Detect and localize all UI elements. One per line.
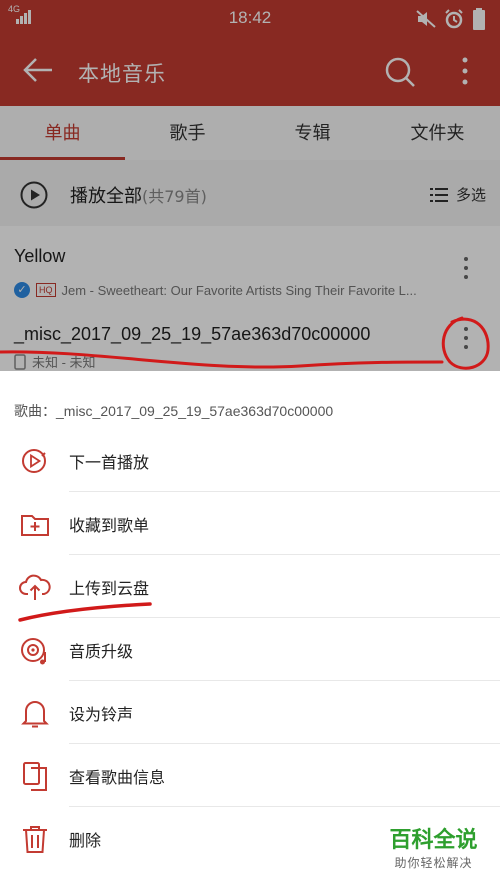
quality-upgrade-icon — [21, 638, 46, 665]
menu-item-label: 上传到云盘 — [69, 579, 150, 598]
add-folder-icon — [21, 515, 49, 536]
watermark-brand: 百科全说 — [389, 828, 478, 853]
dim-overlay[interactable] — [0, 0, 500, 371]
menu-item-quality-upgrade[interactable]: 音质升级 — [0, 618, 500, 681]
menu-item-add-to-playlist[interactable]: 收藏到歌单 — [0, 492, 500, 555]
menu-item-upload-cloud[interactable]: 上传到云盘 — [0, 555, 500, 618]
menu-item-label: 查看歌曲信息 — [69, 768, 166, 787]
menu-item-label: 收藏到歌单 — [69, 516, 150, 535]
menu-item-label: 下一首播放 — [69, 453, 150, 472]
sheet-title: 歌曲：_misc_2017_09_25_19_57ae363d70c00000 — [14, 403, 334, 419]
menu-item-label: 删除 — [69, 831, 102, 850]
song-info-icon — [23, 762, 47, 791]
menu-item-song-info[interactable]: 查看歌曲信息 — [0, 744, 500, 807]
menu-item-label: 设为铃声 — [69, 705, 134, 724]
cloud-upload-icon — [19, 574, 51, 600]
bell-icon — [21, 701, 49, 728]
action-sheet: 歌曲：_misc_2017_09_25_19_57ae363d70c00000 … — [0, 371, 500, 889]
menu-item-label: 音质升级 — [69, 642, 134, 661]
top-region: 4G 18:42 本地音乐 单曲 歌手 专辑 文件夹 播放全部(共79首) 多选… — [0, 0, 500, 371]
watermark: 百科全说 助你轻松解决 — [376, 828, 491, 871]
watermark-slogan: 助你轻松解决 — [394, 856, 473, 870]
play-next-icon — [22, 449, 46, 473]
menu-item-play-next[interactable]: 下一首播放 — [0, 429, 500, 492]
trash-icon — [23, 826, 47, 853]
menu-item-set-ringtone[interactable]: 设为铃声 — [0, 681, 500, 744]
